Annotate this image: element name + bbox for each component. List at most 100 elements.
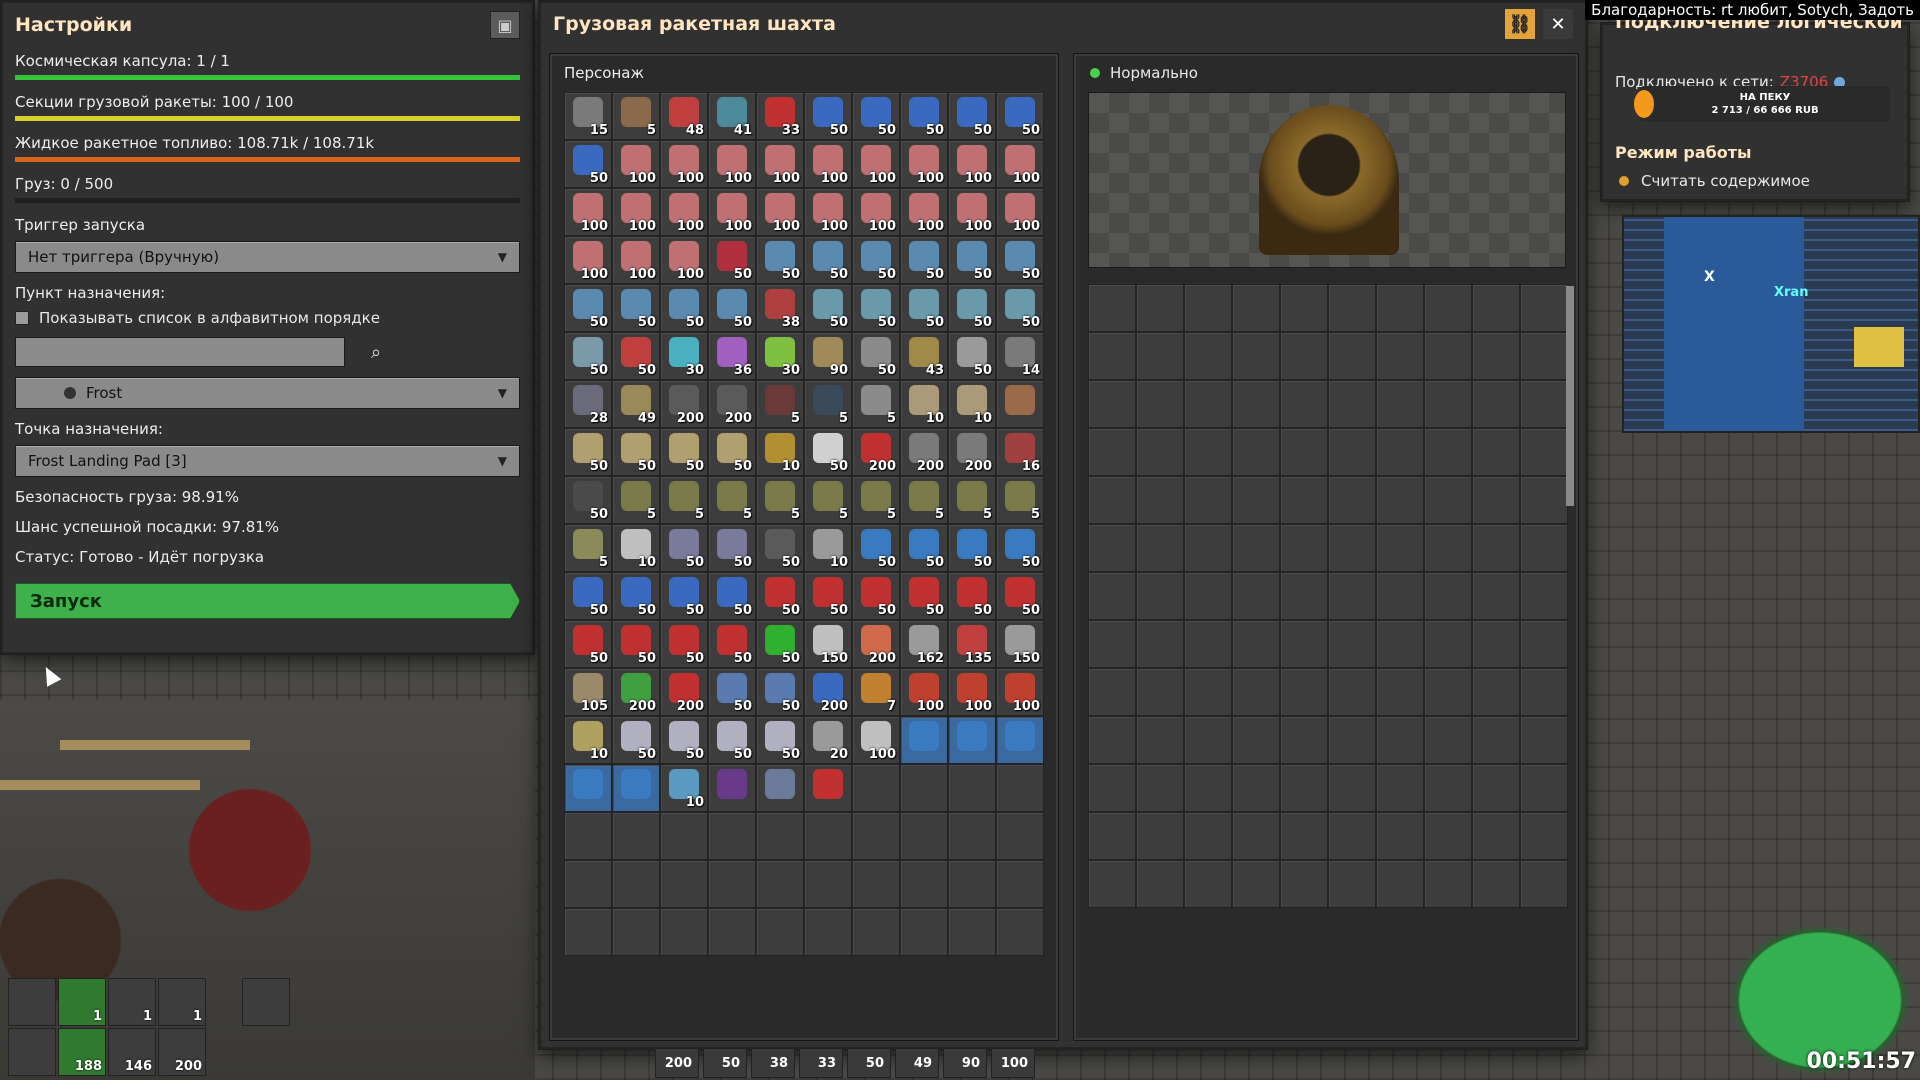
- cargo-slot[interactable]: [1376, 380, 1424, 428]
- inventory-slot[interactable]: 50: [756, 524, 804, 572]
- cargo-slot[interactable]: [1376, 572, 1424, 620]
- inventory-slot[interactable]: 100: [564, 236, 612, 284]
- cargo-slot[interactable]: [1280, 332, 1328, 380]
- cargo-slot[interactable]: [1088, 332, 1136, 380]
- inventory-slot[interactable]: 50: [756, 668, 804, 716]
- cargo-slot[interactable]: [1520, 860, 1568, 908]
- inventory-slot[interactable]: [756, 764, 804, 812]
- cargo-slot[interactable]: [1328, 524, 1376, 572]
- inventory-slot[interactable]: [660, 812, 708, 860]
- cargo-slot[interactable]: [1184, 860, 1232, 908]
- cargo-slot[interactable]: [1376, 812, 1424, 860]
- inventory-slot[interactable]: 200: [900, 428, 948, 476]
- inventory-slot[interactable]: [804, 764, 852, 812]
- inventory-slot[interactable]: 50: [708, 572, 756, 620]
- inventory-slot[interactable]: 50: [948, 284, 996, 332]
- inventory-slot[interactable]: 100: [708, 140, 756, 188]
- inventory-slot[interactable]: 5: [804, 476, 852, 524]
- cargo-slot[interactable]: [1424, 716, 1472, 764]
- cargo-slot[interactable]: [1328, 332, 1376, 380]
- cargo-slot[interactable]: [1472, 524, 1520, 572]
- inventory-slot[interactable]: 50: [564, 572, 612, 620]
- inventory-slot[interactable]: 50: [804, 428, 852, 476]
- cargo-slot[interactable]: [1472, 284, 1520, 332]
- inventory-slot[interactable]: 5: [756, 476, 804, 524]
- cargo-slot[interactable]: [1376, 764, 1424, 812]
- cargo-slot[interactable]: [1088, 524, 1136, 572]
- quickbar-slot[interactable]: 188: [58, 1028, 106, 1076]
- cargo-slot[interactable]: [1232, 476, 1280, 524]
- inventory-slot[interactable]: 28: [564, 380, 612, 428]
- cargo-slot[interactable]: [1136, 428, 1184, 476]
- cargo-slot[interactable]: [1472, 764, 1520, 812]
- cargo-slot[interactable]: [1184, 764, 1232, 812]
- quickbar-slot[interactable]: [8, 978, 56, 1026]
- cargo-slot[interactable]: [1424, 332, 1472, 380]
- cargo-slot[interactable]: [1280, 716, 1328, 764]
- cargo-slot[interactable]: [1520, 332, 1568, 380]
- inventory-slot[interactable]: 100: [852, 140, 900, 188]
- cargo-slot[interactable]: [1280, 284, 1328, 332]
- inventory-slot[interactable]: 100: [996, 668, 1044, 716]
- cargo-slot[interactable]: [1328, 716, 1376, 764]
- cargo-slot[interactable]: [1232, 572, 1280, 620]
- cargo-slot[interactable]: [1328, 860, 1376, 908]
- inventory-slot[interactable]: 50: [852, 572, 900, 620]
- inventory-slot[interactable]: 100: [708, 188, 756, 236]
- cargo-slot[interactable]: [1520, 428, 1568, 476]
- cargo-slot[interactable]: [1232, 380, 1280, 428]
- inventory-slot[interactable]: 5: [612, 476, 660, 524]
- inventory-slot[interactable]: 48: [660, 92, 708, 140]
- inventory-slot[interactable]: 150: [804, 620, 852, 668]
- inventory-slot[interactable]: [900, 764, 948, 812]
- inventory-slot[interactable]: 10: [564, 716, 612, 764]
- inventory-slot[interactable]: 50: [852, 332, 900, 380]
- cargo-slot[interactable]: [1472, 572, 1520, 620]
- inventory-slot[interactable]: 36: [708, 332, 756, 380]
- inventory-slot[interactable]: [900, 860, 948, 908]
- radio-icon[interactable]: [1619, 176, 1629, 186]
- toolbar-slot[interactable]: 38: [751, 1048, 795, 1078]
- inventory-slot[interactable]: 200: [612, 668, 660, 716]
- inventory-slot[interactable]: 50: [756, 236, 804, 284]
- inventory-slot[interactable]: 5: [660, 476, 708, 524]
- cargo-slot[interactable]: [1280, 668, 1328, 716]
- inventory-slot[interactable]: 41: [708, 92, 756, 140]
- search-icon[interactable]: ⌕: [359, 337, 393, 367]
- inventory-slot[interactable]: 100: [660, 188, 708, 236]
- cargo-slot[interactable]: [1376, 524, 1424, 572]
- cargo-slot[interactable]: [1184, 476, 1232, 524]
- cargo-slot[interactable]: [1280, 812, 1328, 860]
- cargo-slot[interactable]: [1184, 380, 1232, 428]
- cargo-slot[interactable]: [1088, 380, 1136, 428]
- cargo-slot[interactable]: [1184, 716, 1232, 764]
- inventory-slot[interactable]: 50: [996, 284, 1044, 332]
- inventory-slot[interactable]: 50: [756, 620, 804, 668]
- inventory-slot[interactable]: 50: [900, 236, 948, 284]
- toolbar-slot[interactable]: 100: [991, 1048, 1035, 1078]
- cargo-slot[interactable]: [1184, 668, 1232, 716]
- cargo-slot[interactable]: [1424, 764, 1472, 812]
- toolbar-slot[interactable]: 50: [847, 1048, 891, 1078]
- cargo-slot[interactable]: [1280, 572, 1328, 620]
- cargo-slot[interactable]: [1376, 332, 1424, 380]
- inventory-slot[interactable]: 100: [852, 716, 900, 764]
- inventory-slot[interactable]: [996, 380, 1044, 428]
- quickbar-slot[interactable]: 200: [158, 1028, 206, 1076]
- inventory-slot[interactable]: [852, 764, 900, 812]
- inventory-slot[interactable]: [948, 908, 996, 956]
- inventory-slot[interactable]: 50: [564, 620, 612, 668]
- inventory-slot[interactable]: 38: [756, 284, 804, 332]
- inventory-slot[interactable]: [804, 860, 852, 908]
- cargo-slot[interactable]: [1136, 332, 1184, 380]
- alpha-sort-row[interactable]: Показывать список в алфавитном порядке: [1, 305, 534, 331]
- cargo-slot[interactable]: [1376, 716, 1424, 764]
- cargo-slot[interactable]: [1328, 764, 1376, 812]
- cargo-slot[interactable]: [1424, 812, 1472, 860]
- cargo-slot[interactable]: [1280, 860, 1328, 908]
- inventory-slot[interactable]: 50: [708, 284, 756, 332]
- inventory-slot[interactable]: 100: [900, 188, 948, 236]
- inventory-slot[interactable]: 5: [804, 380, 852, 428]
- inventory-slot[interactable]: [900, 812, 948, 860]
- alpha-sort-checkbox[interactable]: [15, 311, 29, 325]
